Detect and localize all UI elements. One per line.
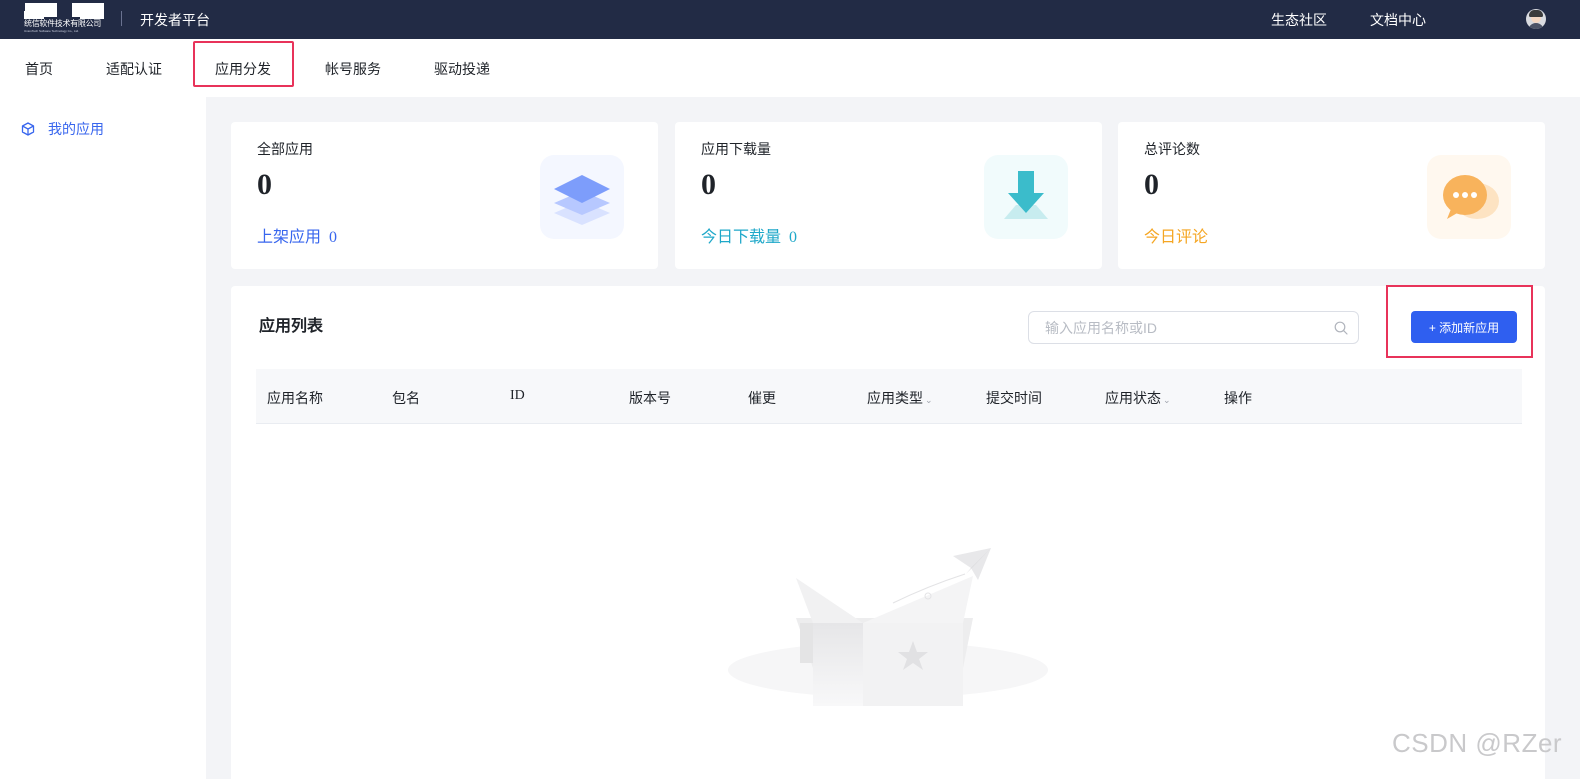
- main-nav: 首页 适配认证 应用分发 帐号服务 驱动投递: [0, 39, 1580, 97]
- ecosystem-community-link[interactable]: 生态社区: [1271, 10, 1327, 30]
- watermark: CSDN @RZer: [1392, 728, 1563, 758]
- doc-center-link[interactable]: 文档中心: [1370, 10, 1426, 30]
- column-header-update-request: 催更: [748, 390, 776, 406]
- chevron-down-icon[interactable]: ⌄: [925, 395, 933, 405]
- stat-title: 全部应用: [257, 141, 313, 157]
- stat-card-comments: 总评论数 0 今日评论: [1118, 122, 1545, 269]
- chat-icon: [1427, 155, 1511, 239]
- nav-item-home[interactable]: 首页: [25, 59, 53, 79]
- sidebar-item-label: 我的应用: [48, 121, 104, 137]
- user-avatar[interactable]: [1526, 9, 1546, 29]
- sidebar-item-my-apps[interactable]: 我的应用: [20, 119, 104, 139]
- add-new-app-button[interactable]: + 添加新应用: [1411, 311, 1517, 343]
- stat-sub-label: 今日下载量: [701, 229, 782, 246]
- stat-value: 0: [257, 168, 272, 201]
- stat-title: 应用下载量: [701, 141, 771, 157]
- logo-text-en: UnionTech Software Technology Co., Ltd.: [24, 29, 79, 33]
- nav-item-account-service[interactable]: 帐号服务: [325, 59, 381, 79]
- column-header-version: 版本号: [629, 390, 671, 406]
- stat-sub-value: 0: [329, 229, 338, 246]
- column-header-app-status[interactable]: 应用状态 ⌄: [1105, 388, 1171, 408]
- stat-title: 总评论数: [1144, 141, 1200, 157]
- stat-card-all-apps: 全部应用 0 上架应用 0: [231, 122, 658, 269]
- cube-icon: [20, 121, 36, 137]
- nav-item-app-distribution[interactable]: 应用分发: [215, 59, 271, 79]
- stat-sub-value: 0: [789, 229, 798, 246]
- stat-sub-label: 上架应用: [257, 229, 322, 246]
- nav-item-certification[interactable]: 适配认证: [106, 59, 162, 79]
- column-header-package: 包名: [392, 390, 420, 406]
- app-list-panel: 应用列表 + 添加新应用 应用名称 包名 ID 版本号 催更 应用类型⌄ 提交时…: [231, 285, 1545, 779]
- stat-card-downloads: 应用下载量 0 今日下载量 0: [675, 122, 1102, 269]
- column-header-label: 应用类型: [867, 390, 923, 406]
- layers-icon: [540, 155, 624, 239]
- column-header-label: 应用状态: [1105, 390, 1161, 406]
- app-search-box[interactable]: [1028, 311, 1359, 344]
- empty-state-illustration: [728, 548, 1058, 718]
- column-header-submit-time: 提交时间: [986, 390, 1042, 406]
- column-header-id: ID: [510, 388, 525, 403]
- chevron-down-icon[interactable]: ⌄: [1163, 395, 1171, 405]
- stat-value: 0: [1144, 168, 1159, 201]
- column-header-app-name: 应用名称: [267, 390, 323, 406]
- stat-value: 0: [701, 168, 716, 201]
- top-bar: 统信软件技术有限公司 UnionTech Software Technology…: [0, 0, 1580, 39]
- platform-title: 开发者平台: [140, 12, 210, 28]
- column-header-actions: 操作: [1224, 390, 1252, 406]
- app-list-title: 应用列表: [259, 318, 324, 335]
- stat-sub[interactable]: 今日评论: [1144, 223, 1208, 247]
- table-header: 应用名称 包名 ID 版本号 催更 应用类型 ⌄ 提交时间 应用状态 ⌄ 操作: [256, 369, 1522, 424]
- stat-sub[interactable]: 今日下载量 0: [701, 223, 797, 247]
- sidebar: 我的应用: [0, 97, 206, 779]
- nav-item-driver-delivery[interactable]: 驱动投递: [434, 59, 490, 79]
- company-logo[interactable]: 统信软件技术有限公司 UnionTech Software Technology…: [24, 3, 106, 35]
- search-icon[interactable]: [1334, 321, 1348, 335]
- logo-text-cn: 统信软件技术有限公司: [24, 19, 101, 28]
- download-icon: [984, 155, 1068, 239]
- app-search-input[interactable]: [1045, 312, 1325, 343]
- stat-sub-label: 今日评论: [1144, 229, 1209, 246]
- divider: [121, 11, 122, 26]
- column-header-app-type[interactable]: 应用类型 ⌄: [867, 388, 933, 408]
- stat-sub[interactable]: 上架应用 0: [257, 223, 337, 247]
